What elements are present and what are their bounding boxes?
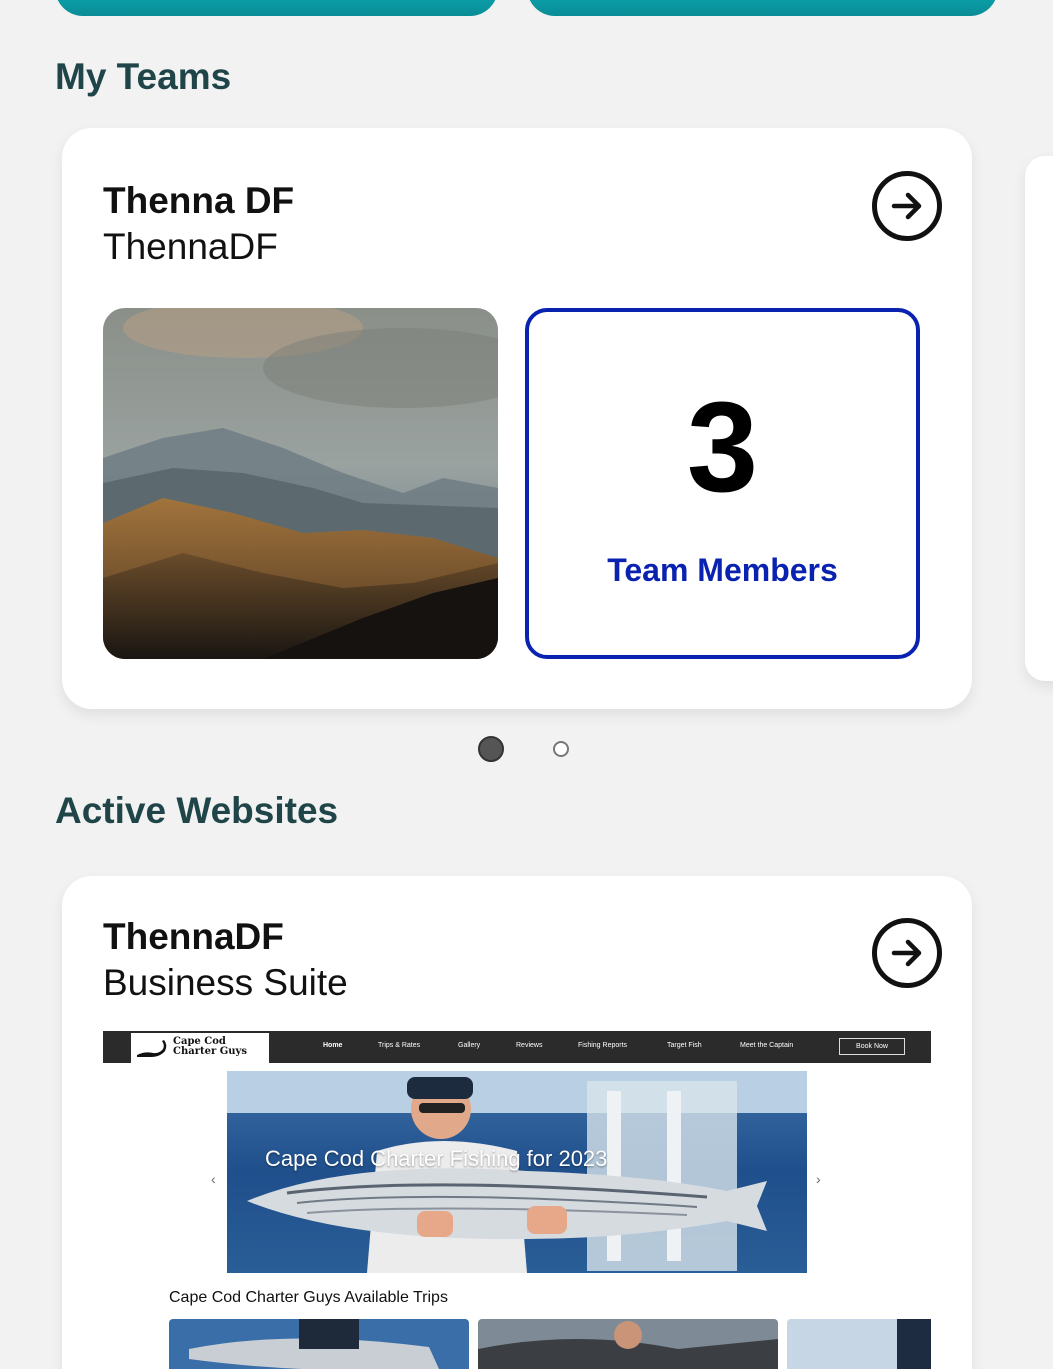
top-action-button-left[interactable] (55, 0, 498, 16)
preview-hero-image: Cape Cod Charter Fishing for 2023 (227, 1071, 807, 1273)
preview-logo: Cape Cod Charter Guys (131, 1033, 269, 1063)
next-team-card[interactable] (1025, 156, 1053, 681)
preview-nav-trips: Trips & Rates (378, 1042, 421, 1049)
my-teams-heading: My Teams (55, 56, 232, 97)
team-handle: ThennaDF (103, 226, 278, 267)
preview-nav-reports: Fishing Reports (578, 1042, 628, 1049)
website-name: ThennaDF (103, 916, 284, 957)
open-team-button[interactable] (872, 171, 942, 241)
preview-navbar: Cape Cod Charter Guys Home Trips & Rates… (103, 1031, 931, 1063)
preview-nav-home: Home (323, 1042, 343, 1049)
carousel-dot[interactable] (553, 741, 569, 757)
preview-nav-captain: Meet the Captain (740, 1042, 794, 1049)
team-card[interactable]: Thenna DF ThennaDF 3 Team Members (62, 128, 972, 709)
preview-trip-thumbnail (478, 1319, 778, 1369)
arrow-right-icon (891, 192, 922, 220)
preview-next-arrow: › (816, 1171, 821, 1187)
team-name: Thenna DF (103, 180, 295, 221)
open-website-button[interactable] (872, 918, 942, 988)
cape-cod-icon (137, 1040, 167, 1057)
website-subtitle: Business Suite (103, 962, 348, 1003)
preview-nav-reviews: Reviews (516, 1042, 543, 1049)
team-members-box[interactable]: 3 Team Members (525, 308, 920, 659)
preview-nav-target-fish: Target Fish (667, 1042, 702, 1049)
team-cover-image (103, 308, 498, 659)
top-action-button-right[interactable] (527, 0, 998, 16)
website-preview[interactable]: Cape Cod Charter Guys Home Trips & Rates… (103, 1031, 931, 1369)
preview-logo-text: Cape Cod Charter Guys (173, 1036, 247, 1057)
preview-trip-thumbnail (169, 1319, 469, 1369)
team-members-label: Team Members (607, 552, 838, 588)
website-card[interactable]: ThennaDF Business Suite Cape Cod Charter… (62, 876, 972, 1369)
team-members-count: 3 (686, 376, 759, 519)
preview-nav-gallery: Gallery (458, 1042, 481, 1049)
carousel-dot-active[interactable] (478, 736, 504, 762)
preview-prev-arrow: ‹ (211, 1171, 216, 1187)
active-websites-heading: Active Websites (55, 790, 339, 831)
preview-hero-title: Cape Cod Charter Fishing for 2023 (265, 1146, 608, 1171)
preview-trip-thumbnail (787, 1319, 931, 1369)
preview-book-now-button: Book Now (839, 1038, 905, 1055)
preview-trips-heading: Cape Cod Charter Guys Available Trips (169, 1289, 448, 1306)
arrow-right-icon (891, 939, 922, 967)
